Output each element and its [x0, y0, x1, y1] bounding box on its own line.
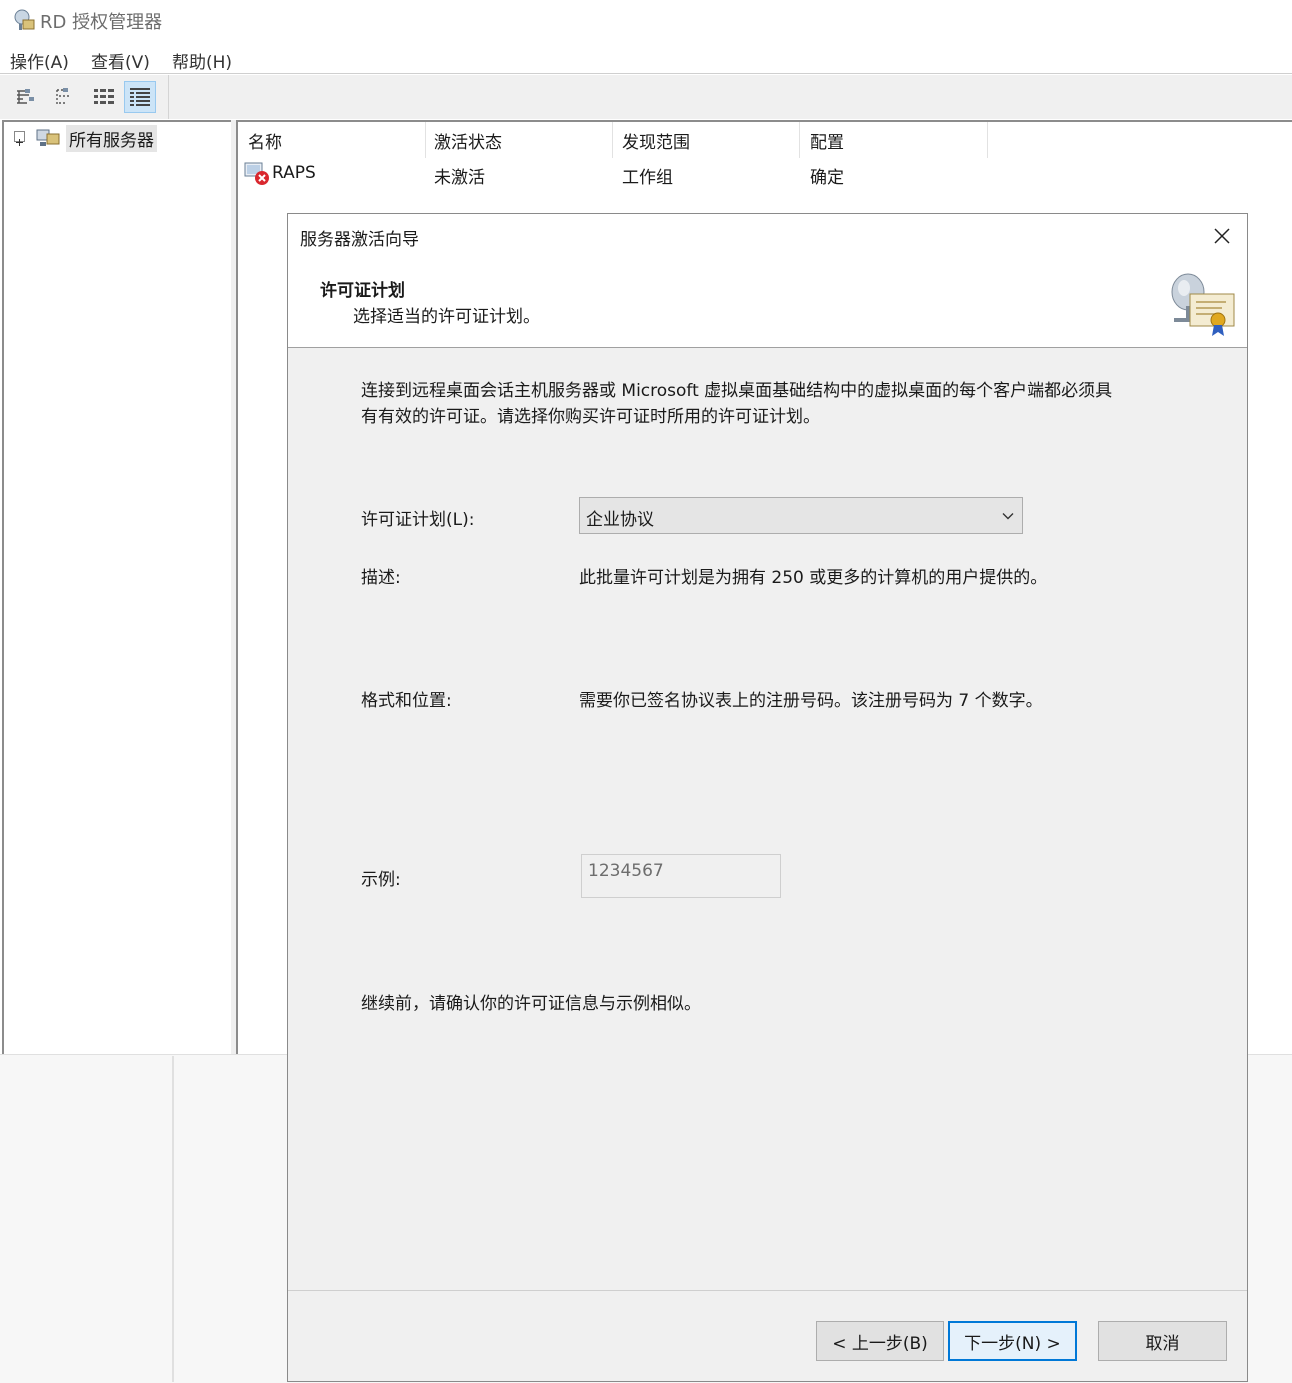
button-area-divider: [288, 1290, 1247, 1291]
format-value: 需要你已签名协议表上的注册号码。该注册号码为 7 个数字。: [579, 691, 1043, 711]
dialog-title: 服务器激活向导: [300, 230, 419, 250]
column-header-name[interactable]: 名称: [248, 128, 282, 153]
row-scope: 工作组: [622, 168, 673, 188]
details-view-icon[interactable]: [124, 81, 156, 113]
dialog-title-bar: [288, 214, 1247, 258]
servers-icon: [36, 129, 60, 146]
row-config: 确定: [810, 168, 844, 188]
title-bar: [0, 0, 1292, 40]
example-value: 1234567: [588, 861, 664, 881]
tree-item-all-servers[interactable]: 所有服务器: [66, 125, 157, 152]
column-header-status[interactable]: 激活状态: [434, 128, 502, 153]
column-divider[interactable]: [425, 122, 426, 158]
window-title: RD 授权管理器: [40, 12, 163, 33]
back-button[interactable]: < 上一步(B): [816, 1321, 944, 1361]
column-divider[interactable]: [987, 122, 988, 158]
toolbar: [0, 75, 1292, 119]
license-plan-label: 许可证计划(L):: [361, 510, 475, 530]
next-button[interactable]: 下一步(N) >: [948, 1321, 1077, 1361]
row-name[interactable]: RAPS: [272, 163, 316, 183]
chevron-down-icon[interactable]: [1000, 508, 1016, 524]
tree-view-icon[interactable]: [10, 81, 42, 113]
column-divider[interactable]: [612, 122, 613, 158]
example-label: 示例:: [361, 870, 401, 890]
column-header-scope[interactable]: 发现范围: [622, 128, 690, 153]
confirm-text: 继续前，请确认你的许可证信息与示例相似。: [361, 994, 701, 1014]
server-error-icon: [244, 162, 269, 185]
row-status: 未激活: [434, 168, 485, 188]
description-label: 描述:: [361, 568, 401, 588]
column-divider[interactable]: [799, 122, 800, 158]
rd-licensing-app-icon: [14, 9, 35, 30]
format-label: 格式和位置:: [361, 691, 452, 711]
menu-bar: 操作(A) 查看(V) 帮助(H): [0, 44, 1292, 74]
menu-action[interactable]: 操作(A): [10, 48, 69, 73]
toolbar-separator: [168, 75, 169, 119]
collapse-view-icon[interactable]: [49, 81, 81, 113]
license-certificate-icon: [1171, 273, 1235, 336]
column-header-config[interactable]: 配置: [810, 128, 844, 153]
description-value: 此批量许可计划是为拥有 250 或更多的计算机的用户提供的。: [579, 568, 1048, 588]
tree-expand-icon[interactable]: [14, 131, 25, 146]
cancel-button[interactable]: 取消: [1098, 1321, 1227, 1361]
expand-view-icon[interactable]: [88, 81, 120, 113]
wizard-step-title: 许可证计划: [320, 281, 405, 301]
license-plan-value[interactable]: 企业协议: [586, 505, 654, 530]
status-divider: [172, 1056, 174, 1382]
menu-view[interactable]: 查看(V): [91, 48, 150, 73]
intro-text: 连接到远程桌面会话主机服务器或 Microsoft 虚拟桌面基础结构中的虚拟桌面…: [361, 381, 1113, 427]
tree-pane: [2, 120, 231, 1054]
menu-help[interactable]: 帮助(H): [172, 48, 232, 73]
wizard-step-subtitle: 选择适当的许可证计划。: [353, 307, 540, 327]
menu-separator: [0, 73, 1292, 74]
close-icon[interactable]: [1208, 222, 1236, 250]
